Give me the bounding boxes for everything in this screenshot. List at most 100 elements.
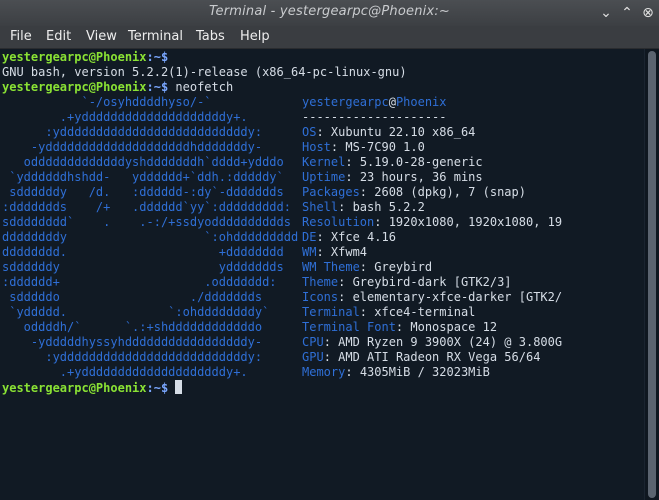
prompt-path: :~$ [146, 381, 169, 395]
output-line: GNU bash, version 5.2.2(1)-release (x86_… [2, 65, 407, 80]
neofetch-logo-line: :ddddddds /+ .dddddd`yy`:ddddddddd: [2, 200, 291, 214]
neofetch-logo-line: sddddddy /d. :dddddd-:dy`-ddddddds [2, 185, 284, 199]
neofetch-logo-line: oddddh/` `.:+shddddddddddddo [2, 320, 263, 334]
menu-edit[interactable]: Edit [44, 28, 73, 46]
prompt-path: :~$ [146, 80, 169, 94]
info-colon: : [323, 350, 339, 364]
close-icon[interactable]: ⊗ [638, 3, 658, 23]
neofetch-row: .+yddddddddddddddddddddy+. --------------… [2, 110, 447, 125]
info-value: Greybird-dark [GTK2/3] [352, 275, 512, 289]
info-value: MS-7C90 1.0 [345, 140, 425, 154]
prompt-user: yestergearpc@Phoenix [2, 80, 147, 94]
menu-bar: File Edit View Terminal Tabs Help [0, 26, 659, 49]
neofetch-logo-line: sdddddo ./ddddddds [2, 290, 263, 304]
neofetch-logo-line: -ydddddhyssyhdddddddddddddddddy- [2, 335, 263, 349]
menu-tabs[interactable]: Tabs [194, 28, 227, 46]
output-text: GNU bash, version 5.2.2(1)-release (x86_… [2, 65, 407, 79]
info-key: CPU [302, 335, 324, 349]
neofetch-row: ddddddddy `:ohddddddddd DE: Xfce 4.16 [2, 230, 396, 245]
prompt-user: yestergearpc@Phoenix [2, 381, 147, 395]
neofetch-logo-line: :yddddddddddddddddddddddddddy: [2, 350, 263, 364]
menu-view[interactable]: View [84, 28, 119, 46]
neofetch-row: dddddddd. +dddddddd WM: Xfwm4 [2, 245, 367, 260]
info-key: Theme [302, 275, 339, 289]
neofetch-logo-line: dddddddd. +dddddddd [2, 245, 284, 259]
neofetch-info: -------------------- [302, 110, 447, 125]
neofetch-row: sdddddo ./ddddddds Icons: elementary-xfce… [2, 290, 562, 305]
info-colon: : [345, 365, 360, 379]
window-title: Terminal - yestergearpc@Phoenix:~ [208, 4, 451, 19]
maximize-icon[interactable]: ⌃ [617, 3, 637, 23]
info-colon: : [395, 320, 411, 334]
neofetch-at: @ [388, 95, 396, 109]
neofetch-row: .+yddddddddddddddddddddy+. Memory: 4305Mi… [2, 365, 490, 380]
neofetch-info: Theme: Greybird-dark [GTK2/3] [302, 275, 512, 290]
terminal-window: Terminal - yestergearpc@Phoenix:~ ⌄ ⌃ ⊗ … [0, 0, 659, 500]
neofetch-logo-line: .+yddddddddddddddddddddy+. [2, 365, 248, 379]
info-key: OS [302, 125, 317, 139]
neofetch-logo-line: sdddddddd` . .-:/+ssdyodddddddddds [2, 215, 291, 229]
neofetch-row: `yddddddhshdd- ydddddd+`ddh.:dddddy` Upti… [2, 170, 482, 185]
info-colon: : [359, 260, 375, 274]
info-value: elementary-xfce-darker [GTK2/ [352, 290, 563, 304]
neofetch-info: Icons: elementary-xfce-darker [GTK2/ [302, 290, 562, 305]
info-key: Packages [302, 185, 360, 199]
info-value: xfce4-terminal [374, 305, 476, 319]
info-key: WM Theme [302, 260, 360, 274]
neofetch-info: OS: Xubuntu 22.10 x86_64 [302, 125, 475, 140]
neofetch-row: odddddddddddddyshdddddddh`dddd+ydddo Kern… [2, 155, 483, 170]
info-colon: : [316, 125, 331, 139]
info-value: AMD ATI Radeon RX Vega 56/64 [338, 350, 541, 364]
info-key: Memory [302, 365, 346, 379]
info-colon: : [345, 155, 360, 169]
neofetch-logo-line: -yddddddddddddddddddddhdddddddy- [2, 140, 263, 154]
info-key: Shell [302, 200, 339, 214]
info-colon: : [338, 275, 353, 289]
info-key: Kernel [302, 155, 346, 169]
info-colon: : [338, 200, 353, 214]
info-value: bash 5.2.2 [352, 200, 425, 214]
info-value: Greybird [374, 260, 433, 274]
neofetch-info: CPU: AMD Ryzen 9 3900X (24) @ 3.800G [302, 335, 562, 350]
neofetch-row: -ydddddhyssyhdddddddddddddddddy- CPU: AMD… [2, 335, 562, 350]
prompt-command [168, 381, 175, 395]
neofetch-info: WM: Xfwm4 [302, 245, 367, 260]
neofetch-info: Terminal: xfce4-terminal [302, 305, 475, 320]
prompt-user: yestergearpc@Phoenix [2, 50, 147, 64]
scrollbar[interactable] [644, 49, 659, 500]
info-key: Resolution [302, 215, 375, 229]
info-key: Uptime [302, 170, 346, 184]
info-key: Icons [302, 290, 339, 304]
info-colon: : [359, 185, 375, 199]
menu-terminal[interactable]: Terminal [126, 28, 185, 46]
minimize-icon[interactable]: ⌄ [596, 3, 616, 23]
menu-file[interactable]: File [8, 28, 34, 46]
neofetch-info: Shell: bash 5.2.2 [302, 200, 425, 215]
menu-help[interactable]: Help [238, 28, 272, 46]
info-value: Xubuntu 22.10 x86_64 [330, 125, 476, 139]
neofetch-row: `-/osyhddddhyso/-` yestergearpc@Phoenix [2, 95, 446, 110]
info-value: 4305MiB / 32023MiB [359, 365, 490, 379]
info-value: AMD Ryzen 9 3900X (24) @ 3.800G [338, 335, 563, 349]
neofetch-info: Host: MS-7C90 1.0 [302, 140, 425, 155]
prompt-line: yestergearpc@Phoenix:~$ neofetch [2, 80, 233, 95]
terminal-output[interactable]: yestergearpc@Phoenix:~$ GNU bash, version… [0, 49, 644, 500]
neofetch-row: :yddddddddddddddddddddddddddy: OS: Xubunt… [2, 125, 475, 140]
info-value: Monospace 12 [410, 320, 498, 334]
title-bar[interactable]: Terminal - yestergearpc@Phoenix:~ ⌄ ⌃ ⊗ [0, 0, 659, 26]
neofetch-info: Resolution: 1920x1080, 1920x1080, 19 [302, 215, 562, 230]
neofetch-separator: -------------------- [302, 110, 447, 124]
prompt-line: yestergearpc@Phoenix:~$ [2, 380, 183, 396]
info-value: Xfwm4 [330, 245, 368, 259]
scrollbar-thumb[interactable] [648, 51, 656, 498]
neofetch-info: GPU: AMD ATI Radeon RX Vega 56/64 [302, 350, 540, 365]
neofetch-info: Kernel: 5.19.0-28-generic [302, 155, 483, 170]
info-key: Terminal [302, 305, 360, 319]
neofetch-row: sdddddddd` . .-:/+ssdyodddddddddds Resolu… [2, 215, 562, 230]
info-value: 2608 (dpkg), 7 (snap) [374, 185, 526, 199]
info-value: 23 hours, 36 mins [359, 170, 483, 184]
prompt-path: :~$ [146, 50, 169, 64]
info-key: WM [302, 245, 317, 259]
neofetch-info: Uptime: 23 hours, 36 mins [302, 170, 483, 185]
prompt-line: yestergearpc@Phoenix:~$ [2, 50, 168, 65]
